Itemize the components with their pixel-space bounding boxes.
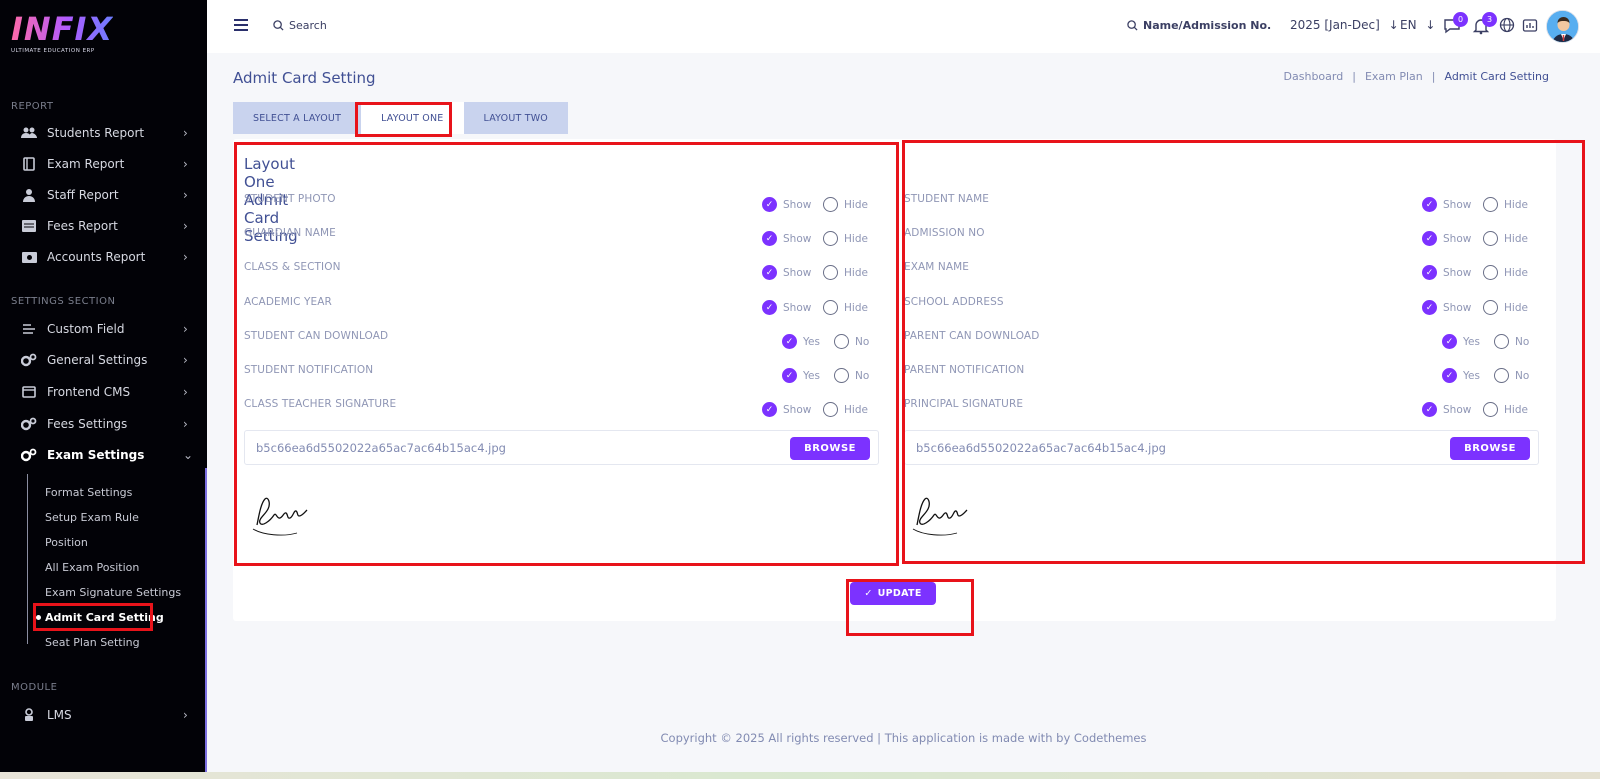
chevron-down-icon: ⌄ bbox=[183, 448, 194, 462]
submenu-item-setup-exam-rule[interactable]: Setup Exam Rule bbox=[45, 511, 139, 524]
chevron-right-icon: › bbox=[183, 353, 188, 367]
arrow-down-icon: ↓ bbox=[1388, 18, 1399, 32]
section-title-settings: SETTINGS SECTION bbox=[11, 296, 116, 307]
page-title: Admit Card Setting bbox=[233, 69, 376, 87]
breadcrumb-dashboard[interactable]: Dashboard bbox=[1284, 70, 1344, 83]
users-icon bbox=[21, 126, 37, 140]
submenu-item-format-settings[interactable]: Format Settings bbox=[45, 486, 132, 499]
highlight-box-sidebar bbox=[33, 603, 153, 631]
chart-icon[interactable] bbox=[1522, 17, 1540, 35]
tab-select-a-layout[interactable]: SELECT A LAYOUT bbox=[233, 102, 362, 134]
highlight-box-tab bbox=[355, 102, 452, 137]
arrow-down-icon: ↓ bbox=[1425, 18, 1436, 32]
logo-text: INFIX bbox=[11, 10, 114, 48]
sidebar-item-label: Staff Report bbox=[47, 188, 119, 202]
search-box[interactable]: Search bbox=[273, 19, 327, 32]
messages-badge: 0 bbox=[1453, 12, 1468, 27]
money-icon bbox=[21, 250, 37, 264]
chevron-right-icon: › bbox=[183, 708, 188, 722]
chevron-right-icon: › bbox=[183, 385, 188, 399]
sidebar-item-label: Fees Settings bbox=[47, 417, 128, 431]
search-icon bbox=[273, 20, 284, 31]
sidebar-item-label: LMS bbox=[47, 708, 72, 722]
lms-icon bbox=[21, 708, 37, 722]
globe-icon[interactable] bbox=[1499, 17, 1517, 35]
section-title-module: MODULE bbox=[11, 682, 58, 693]
submenu-line bbox=[27, 474, 28, 644]
chevron-right-icon: › bbox=[183, 219, 188, 233]
custom-field-icon bbox=[21, 322, 37, 336]
sidebar-item-fees-report[interactable]: Fees Report › bbox=[0, 213, 203, 239]
sidebar-item-accounts-report[interactable]: Accounts Report › bbox=[0, 244, 203, 270]
breadcrumb-current: Admit Card Setting bbox=[1444, 70, 1549, 83]
notifications-badge: 3 bbox=[1482, 12, 1497, 27]
admission-search-label: Name/Admission No. bbox=[1143, 19, 1272, 32]
submenu-item-position[interactable]: Position bbox=[45, 536, 88, 549]
sidebar-item-label: Accounts Report bbox=[47, 250, 146, 264]
submenu-item-seat-plan-setting[interactable]: Seat Plan Setting bbox=[45, 636, 140, 649]
tab-layout-two[interactable]: LAYOUT TWO bbox=[463, 102, 568, 134]
sidebar-item-custom-field[interactable]: Custom Field › bbox=[0, 316, 203, 342]
chevron-right-icon: › bbox=[183, 417, 188, 431]
sidebar-item-students-report[interactable]: Students Report › bbox=[0, 120, 203, 146]
gears-icon bbox=[21, 448, 37, 462]
receipt-icon bbox=[21, 219, 37, 233]
sidebar-item-label: Custom Field bbox=[47, 322, 125, 336]
sidebar-item-exam-report[interactable]: Exam Report › bbox=[0, 151, 203, 177]
academic-year-select[interactable]: 2025 [Jan-Dec] ↓ bbox=[1290, 18, 1399, 32]
submenu-item-exam-signature-settings[interactable]: Exam Signature Settings bbox=[45, 586, 181, 599]
cms-icon bbox=[21, 385, 37, 399]
sidebar-item-label: Fees Report bbox=[47, 219, 118, 233]
chevron-right-icon: › bbox=[183, 157, 188, 171]
sidebar-item-staff-report[interactable]: Staff Report › bbox=[0, 182, 203, 208]
language-select[interactable]: EN ↓ bbox=[1400, 18, 1435, 32]
admission-search-box[interactable]: Name/Admission No. bbox=[1127, 19, 1271, 32]
sidebar-item-frontend-cms[interactable]: Frontend CMS › bbox=[0, 379, 203, 405]
breadcrumb-separator: | bbox=[1352, 70, 1356, 83]
user-avatar[interactable] bbox=[1546, 10, 1579, 43]
highlight-box-left-panel bbox=[234, 142, 899, 566]
submenu-item-all-exam-position[interactable]: All Exam Position bbox=[45, 561, 139, 574]
gears-icon bbox=[21, 353, 37, 367]
section-title-report: REPORT bbox=[11, 101, 54, 112]
sidebar-item-lms[interactable]: LMS › bbox=[0, 702, 203, 728]
sidebar-item-label: Students Report bbox=[47, 126, 145, 140]
bottom-strip bbox=[0, 772, 1600, 779]
breadcrumb-separator: | bbox=[1431, 70, 1436, 83]
sidebar-item-label: General Settings bbox=[47, 353, 148, 367]
hamburger-menu-icon[interactable] bbox=[234, 19, 248, 31]
breadcrumb: Dashboard | Exam Plan | Admit Card Setti… bbox=[1284, 70, 1549, 83]
logo-subtitle: ULTIMATE EDUCATION ERP bbox=[11, 48, 95, 54]
sidebar-item-label: Exam Settings bbox=[47, 448, 145, 462]
chevron-right-icon: › bbox=[183, 126, 188, 140]
highlight-box-update bbox=[846, 579, 974, 636]
footer-text: Copyright © 2025 All rights reserved | T… bbox=[660, 731, 1147, 745]
app-logo[interactable]: INFIX ULTIMATE EDUCATION ERP bbox=[11, 12, 113, 54]
gears-icon bbox=[21, 417, 37, 431]
sidebar-item-exam-settings[interactable]: Exam Settings ⌄ bbox=[0, 442, 203, 468]
top-header: Search Name/Admission No. 2025 [Jan-Dec]… bbox=[207, 0, 1600, 53]
sidebar-item-general-settings[interactable]: General Settings › bbox=[0, 347, 203, 373]
chevron-right-icon: › bbox=[183, 250, 188, 264]
sidebar: INFIX ULTIMATE EDUCATION ERP REPORT Stud… bbox=[0, 0, 207, 772]
sidebar-item-label: Exam Report bbox=[47, 157, 125, 171]
search-icon bbox=[1127, 20, 1138, 31]
search-label: Search bbox=[289, 19, 327, 32]
highlight-box-right-panel bbox=[902, 140, 1585, 564]
breadcrumb-exam-plan[interactable]: Exam Plan bbox=[1365, 70, 1423, 83]
academic-year-label: 2025 [Jan-Dec] bbox=[1290, 18, 1380, 32]
sidebar-item-fees-settings[interactable]: Fees Settings › bbox=[0, 411, 203, 437]
chevron-right-icon: › bbox=[183, 188, 188, 202]
language-label: EN bbox=[1400, 18, 1417, 32]
sidebar-item-label: Frontend CMS bbox=[47, 385, 131, 399]
user-tie-icon bbox=[21, 188, 37, 202]
chevron-right-icon: › bbox=[183, 322, 188, 336]
book-icon bbox=[21, 157, 37, 171]
